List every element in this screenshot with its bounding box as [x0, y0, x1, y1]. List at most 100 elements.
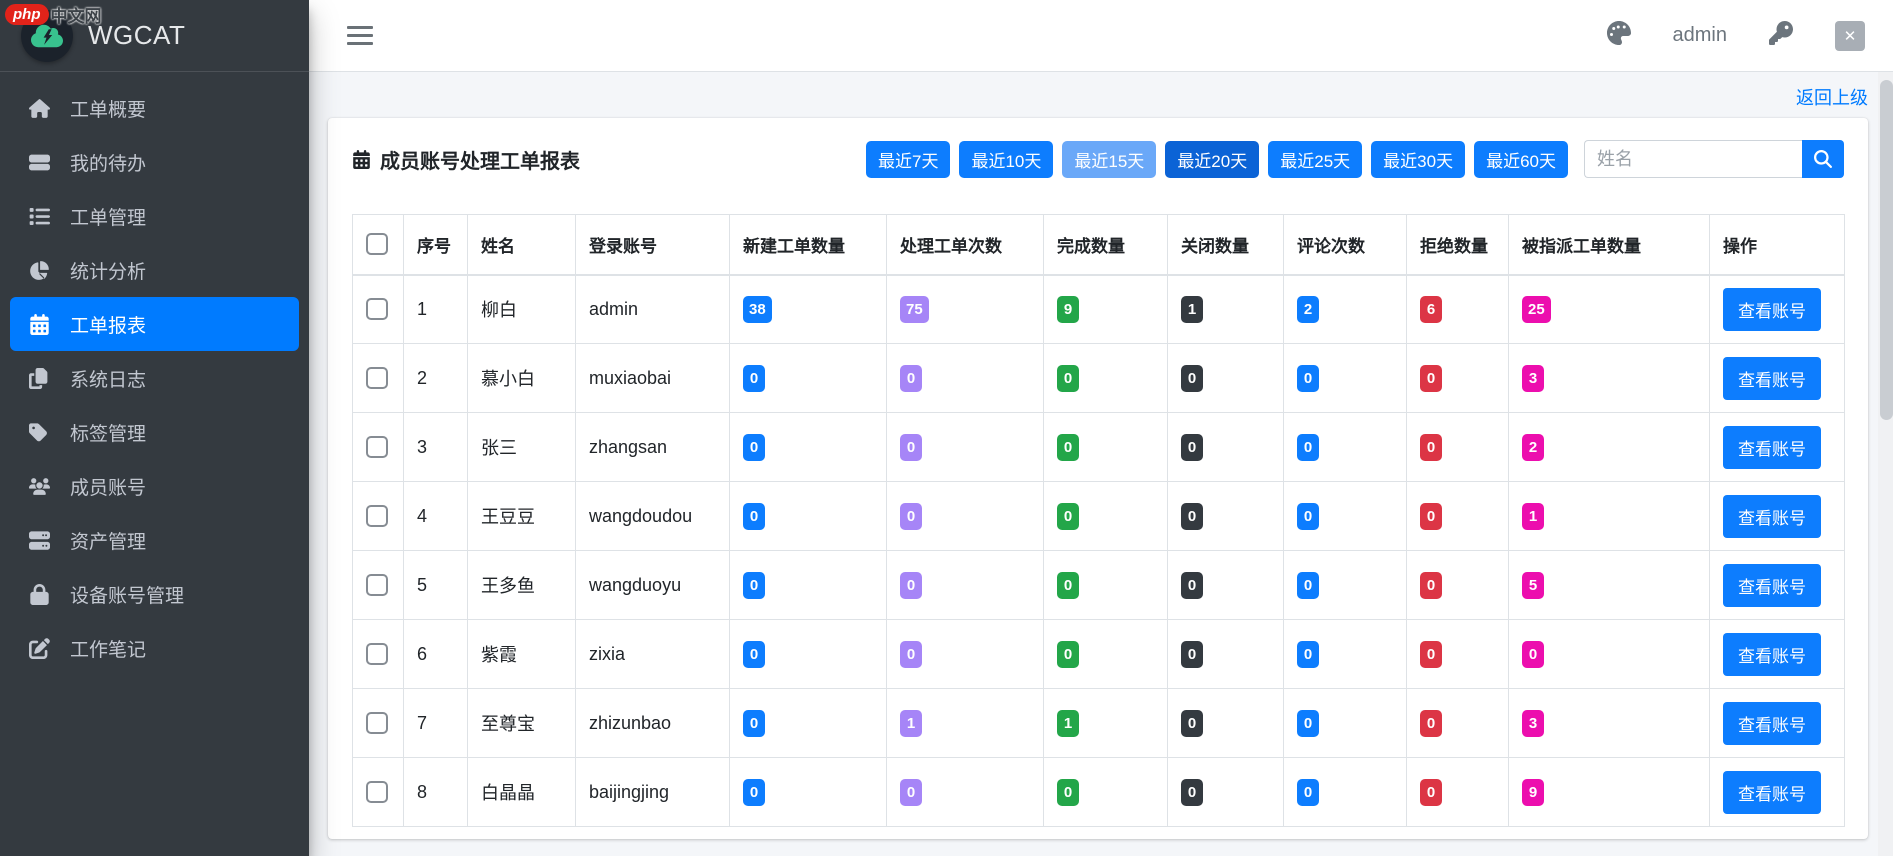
count-cell: 9 — [1508, 757, 1710, 827]
count-cell: 0 — [1406, 550, 1509, 620]
view-account-button[interactable]: 查看账号 — [1723, 770, 1821, 814]
row-checkbox[interactable] — [366, 712, 388, 735]
close-icon[interactable]: ✕ — [1835, 20, 1865, 51]
sidebar-item-label: 资产管理 — [70, 531, 147, 553]
count-cell: 0 — [1283, 412, 1407, 482]
row-index: 7 — [403, 688, 468, 758]
tag-icon — [26, 422, 53, 443]
view-account-button[interactable]: 查看账号 — [1723, 287, 1821, 331]
sidebar-item-lock[interactable]: 设备账号管理 — [10, 567, 299, 621]
member-name: 柳白 — [467, 274, 576, 344]
row-index: 3 — [403, 412, 468, 482]
action-cell: 查看账号 — [1709, 688, 1845, 758]
row-checkbox[interactable] — [366, 574, 388, 597]
view-account-button[interactable]: 查看账号 — [1723, 701, 1821, 745]
count-cell: 1 — [1167, 274, 1284, 344]
row-checkbox[interactable] — [366, 436, 388, 459]
search-button[interactable] — [1802, 140, 1844, 178]
count-badge-dark: 0 — [1181, 364, 1203, 392]
column-header: 姓名 — [467, 214, 576, 276]
search-icon — [1814, 150, 1832, 168]
login-account: wangdoudou — [575, 481, 730, 551]
count-badge-blue: 0 — [743, 502, 765, 530]
sidebar-item-stacked-bars[interactable]: 我的待办 — [10, 135, 299, 189]
count-badge-purple: 0 — [900, 364, 922, 392]
row-checkbox-cell — [352, 412, 404, 482]
report-table: 序号 姓名 登录账号 新建工单数量 处理工单次数 完成数量 关闭数量 评论次数 拒绝数量 被指派工… — [352, 214, 1845, 827]
sidebar-item-users[interactable]: 成员账号 — [10, 459, 299, 513]
sidebar-item-label: 标签管理 — [70, 423, 147, 445]
count-badge-purple: 75 — [900, 295, 929, 323]
filter-button-1[interactable]: 最近7天 — [866, 140, 951, 178]
sidebar-item-copy[interactable]: 系统日志 — [10, 351, 299, 405]
filter-button-4[interactable]: 最近20天 — [1165, 140, 1260, 178]
count-badge-dark: 0 — [1181, 571, 1203, 599]
filter-button-5[interactable]: 最近25天 — [1268, 140, 1363, 178]
table-row: 7 至尊宝 zhizunbao 0 1 1 0 0 0 3 查看账号 — [352, 688, 1845, 758]
action-cell: 查看账号 — [1709, 619, 1845, 689]
back-to-parent-link[interactable]: 返回上级 — [1796, 88, 1868, 108]
view-account-button[interactable]: 查看账号 — [1723, 494, 1821, 538]
action-cell: 查看账号 — [1709, 343, 1845, 413]
count-badge-dark: 0 — [1181, 433, 1203, 461]
sidebar-item-list[interactable]: 工单管理 — [10, 189, 299, 243]
count-badge-blue: 0 — [743, 709, 765, 737]
filter-button-3[interactable]: 最近15天 — [1062, 140, 1157, 178]
member-name: 白晶晶 — [467, 757, 576, 827]
palette-icon[interactable] — [1606, 21, 1631, 50]
sidebar-item-pen-square[interactable]: 工作笔记 — [10, 621, 299, 675]
action-cell: 查看账号 — [1709, 481, 1845, 551]
filter-button-6[interactable]: 最近30天 — [1371, 140, 1466, 178]
count-cell: 0 — [1406, 343, 1509, 413]
count-badge-pink: 0 — [1522, 640, 1544, 668]
scrollbar-thumb[interactable] — [1880, 80, 1893, 420]
count-cell: 0 — [1406, 757, 1509, 827]
row-checkbox[interactable] — [366, 781, 388, 804]
watermark-text: 中文网 — [50, 7, 102, 26]
count-cell: 0 — [1167, 688, 1284, 758]
select-all-checkbox[interactable] — [366, 233, 388, 256]
username[interactable]: admin — [1673, 24, 1727, 47]
count-cell: 0 — [729, 619, 887, 689]
hamburger-menu-icon[interactable] — [347, 26, 373, 45]
row-checkbox-cell — [352, 550, 404, 620]
row-checkbox[interactable] — [366, 643, 388, 666]
login-account: admin — [575, 274, 730, 344]
count-badge-red: 0 — [1420, 433, 1442, 461]
view-account-button[interactable]: 查看账号 — [1723, 632, 1821, 676]
count-badge-purple: 0 — [900, 571, 922, 599]
count-badge-pink: 9 — [1522, 778, 1544, 806]
view-account-button[interactable]: 查看账号 — [1723, 425, 1821, 469]
search-input[interactable] — [1584, 140, 1802, 178]
users-icon — [26, 476, 53, 497]
row-checkbox[interactable] — [366, 367, 388, 390]
count-cell: 0 — [1167, 481, 1284, 551]
calendar-icon — [26, 313, 53, 335]
count-cell: 3 — [1508, 343, 1710, 413]
vertical-scrollbar[interactable] — [1878, 72, 1893, 856]
row-checkbox[interactable] — [366, 505, 388, 528]
count-badge-pink: 3 — [1522, 364, 1544, 392]
row-checkbox-cell — [352, 688, 404, 758]
count-badge-blue: 0 — [1297, 364, 1319, 392]
count-badge-dark: 0 — [1181, 640, 1203, 668]
count-badge-red: 0 — [1420, 709, 1442, 737]
view-account-button[interactable]: 查看账号 — [1723, 563, 1821, 607]
row-checkbox[interactable] — [366, 298, 388, 321]
count-cell: 0 — [886, 412, 1044, 482]
filter-button-2[interactable]: 最近10天 — [959, 140, 1054, 178]
chart-pie-icon — [26, 260, 53, 281]
count-cell: 0 — [1406, 481, 1509, 551]
sidebar-item-chart-pie[interactable]: 统计分析 — [10, 243, 299, 297]
view-account-button[interactable]: 查看账号 — [1723, 356, 1821, 400]
column-header: 被指派工单数量 — [1508, 214, 1710, 276]
sidebar-item-tag[interactable]: 标签管理 — [10, 405, 299, 459]
table-row: 6 紫霞 zixia 0 0 0 0 0 0 0 查看账号 — [352, 619, 1845, 689]
sidebar-item-calendar[interactable]: 工单报表 — [10, 297, 299, 351]
count-badge-blue: 0 — [1297, 778, 1319, 806]
sidebar-item-home[interactable]: 工单概要 — [10, 81, 299, 135]
count-badge-dark: 0 — [1181, 709, 1203, 737]
filter-button-7[interactable]: 最近60天 — [1474, 140, 1568, 178]
sidebar-item-server[interactable]: 资产管理 — [10, 513, 299, 567]
key-icon[interactable] — [1769, 21, 1793, 50]
